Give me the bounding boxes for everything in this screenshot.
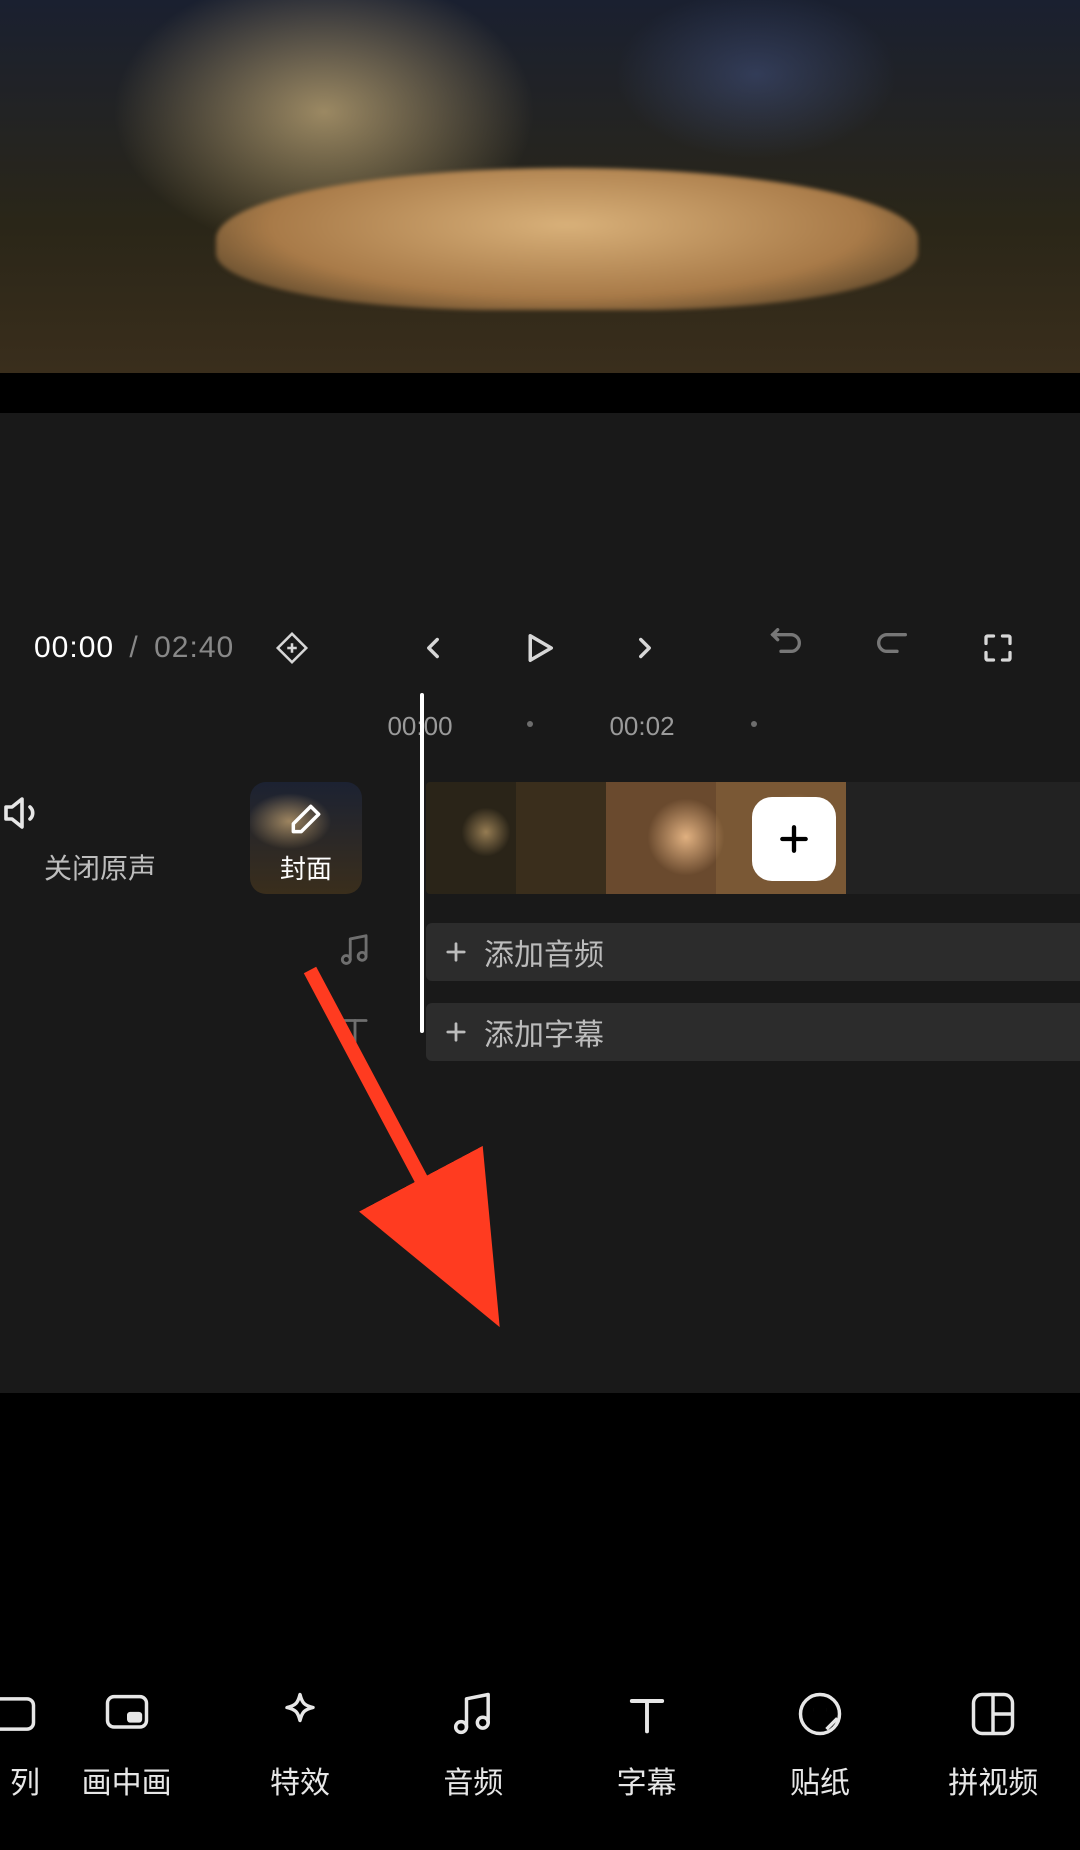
preview-frame-image [0,0,1080,373]
text-icon [621,1688,673,1740]
video-track-row: 关闭原声 封面 [0,773,1080,903]
sparkle-icon [274,1688,326,1740]
mute-label: 关闭原声 [0,847,200,887]
tool-sticker[interactable]: 贴纸 [733,1688,906,1802]
playhead[interactable] [420,693,424,1033]
total-duration: 02:40 [154,631,234,664]
add-audio-label: 添加音频 [484,930,604,974]
tool-partially-visible[interactable]: 列 [0,1688,40,1802]
tool-pip[interactable]: 画中画 [40,1688,213,1802]
cover-label: 封面 [280,849,332,886]
subtitle-track-row: 添加字幕 [0,997,1080,1067]
current-time: 00:00 [34,631,114,664]
tool-audio[interactable]: 音频 [387,1688,560,1802]
ruler-tick: 00:02 [609,711,674,742]
tool-label: 列 [10,1758,40,1802]
time-separator: / [123,631,144,664]
tool-effects[interactable]: 特效 [213,1688,386,1802]
tool-label: 字幕 [617,1758,677,1802]
ratio-icon [0,1688,40,1740]
next-icon[interactable] [623,626,667,670]
music-note-icon [336,931,374,969]
tool-label: 贴纸 [790,1758,850,1802]
time-display: 00:00 / 02:40 [34,631,234,665]
add-subtitle-label: 添加字幕 [484,1010,604,1054]
pip-icon [101,1688,153,1740]
timeline-ruler[interactable]: 00:00 00:02 [0,693,1080,753]
tool-label: 音频 [443,1758,503,1802]
timeline[interactable]: 关闭原声 封面 添加音频 [0,753,1080,1393]
speaker-icon [0,789,200,837]
playback-controls: 00:00 / 02:40 [0,603,1080,693]
tool-label: 画中画 [82,1758,172,1802]
add-subtitle-button[interactable]: 添加字幕 [426,1003,1080,1061]
bottom-toolbar: 列 画中画 特效 音频 字幕 贴纸 拼视频 [0,1640,1080,1850]
tool-label: 拼视频 [948,1758,1038,1802]
redo-icon[interactable] [870,626,914,670]
undo-icon[interactable] [764,626,808,670]
video-preview[interactable] [0,0,1080,413]
audio-track-row: 添加音频 [0,917,1080,987]
plus-icon [442,938,470,966]
collage-icon [967,1688,1019,1740]
plus-icon [442,1018,470,1046]
mute-original-button[interactable]: 关闭原声 [0,789,200,887]
sticker-icon [794,1688,846,1740]
tool-label: 特效 [270,1758,330,1802]
play-icon[interactable] [517,626,561,670]
tool-collage[interactable]: 拼视频 [907,1688,1080,1802]
add-audio-button[interactable]: 添加音频 [426,923,1080,981]
cover-button[interactable]: 封面 [250,782,362,894]
preview-padding [0,413,1080,603]
ruler-dot [751,721,757,727]
keyframe-icon[interactable] [270,626,314,670]
ruler-dot [527,721,533,727]
fullscreen-icon[interactable] [976,626,1020,670]
tool-subtitle[interactable]: 字幕 [560,1688,733,1802]
music-note-icon [447,1688,499,1740]
edit-icon [250,800,362,838]
add-clip-button[interactable] [752,797,836,881]
text-icon [336,1011,374,1049]
prev-icon[interactable] [411,626,455,670]
